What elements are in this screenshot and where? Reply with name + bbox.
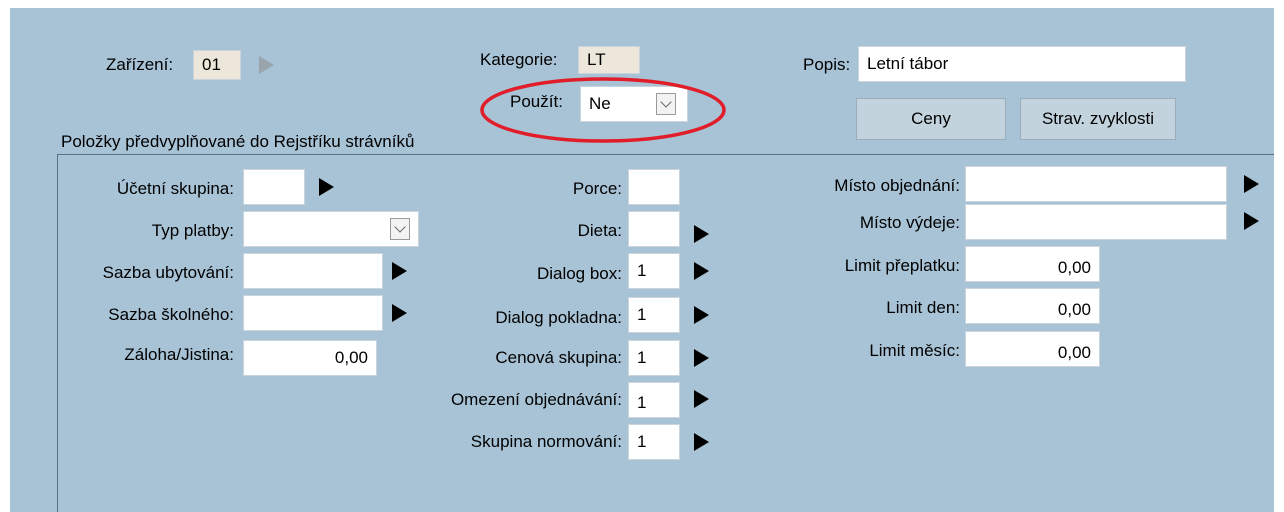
misto-objednani-field[interactable] xyxy=(965,166,1227,202)
chevron-down-icon xyxy=(394,221,406,233)
kategorie-field[interactable]: LT xyxy=(578,46,640,74)
misto-vydeje-arrow-button[interactable] xyxy=(1240,208,1262,234)
dieta-field[interactable] xyxy=(628,211,680,247)
limit-den-field[interactable]: 0,00 xyxy=(965,288,1100,324)
porce-label: Porce: xyxy=(572,179,622,198)
play-arrow-icon xyxy=(1243,212,1259,230)
dieta-arrow-button[interactable] xyxy=(690,221,712,247)
cenova-skupina-arrow-button[interactable] xyxy=(690,345,712,371)
zarizeni-arrow-button[interactable] xyxy=(255,52,277,78)
dialog-box-arrow-button[interactable] xyxy=(690,258,712,284)
sazba-ubytovani-label: Sazba ubytování: xyxy=(102,263,234,282)
play-arrow-icon xyxy=(1243,175,1259,193)
limit-preplatku-label: Limit přeplatku: xyxy=(844,256,960,275)
cenova-skupina-field[interactable]: 1 xyxy=(628,340,680,376)
limit-mesic-label: Limit měsíc: xyxy=(869,341,960,360)
kategorie-label: Kategorie: xyxy=(480,50,558,69)
zarizeni-label: Zařízení: xyxy=(106,55,174,74)
skupina-normovani-field[interactable]: 1 xyxy=(628,424,680,460)
sazba-skolneho-label: Sazba školného: xyxy=(108,305,234,324)
omezeni-objednavani-label: Omezení objednávání: xyxy=(450,390,622,409)
ucetni-skupina-label: Účetní skupina: xyxy=(116,179,234,198)
play-arrow-icon xyxy=(693,225,709,243)
form-panel: Zařízení: 01 Kategorie: LT Použít: Ne Po… xyxy=(10,8,1274,512)
limit-den-label: Limit den: xyxy=(886,298,960,317)
ceny-button[interactable]: Ceny xyxy=(856,98,1006,140)
play-arrow-icon xyxy=(693,306,709,324)
dialog-box-label: Dialog box: xyxy=(536,264,622,283)
omezeni-objednavani-arrow-button[interactable] xyxy=(690,386,712,412)
misto-objednani-label: Místo objednání: xyxy=(834,176,960,195)
red-annotation-ellipse xyxy=(480,77,726,143)
dialog-pokladna-label: Dialog pokladna: xyxy=(495,308,622,327)
cenova-skupina-label: Cenová skupina: xyxy=(495,348,622,367)
play-arrow-icon xyxy=(693,433,709,451)
popis-label: Popis: xyxy=(803,55,851,74)
popis-field[interactable]: Letní tábor xyxy=(858,46,1186,82)
play-arrow-icon xyxy=(693,262,709,280)
limit-mesic-field[interactable]: 0,00 xyxy=(965,331,1100,367)
play-arrow-icon xyxy=(391,304,407,322)
limit-preplatku-field[interactable]: 0,00 xyxy=(965,246,1100,282)
skupina-normovani-arrow-button[interactable] xyxy=(690,429,712,455)
play-arrow-icon xyxy=(693,390,709,408)
play-arrow-icon xyxy=(693,349,709,367)
misto-objednani-arrow-button[interactable] xyxy=(1240,171,1262,197)
skupina-normovani-label: Skupina normování: xyxy=(470,432,622,451)
ucetni-skupina-arrow-button[interactable] xyxy=(315,174,337,200)
strav-zvyklosti-button[interactable]: Strav. zvyklosti xyxy=(1020,98,1176,140)
zaloha-jistina-label: Záloha/Jistina: xyxy=(124,345,234,364)
play-arrow-icon xyxy=(391,262,407,280)
zarizeni-field[interactable]: 01 xyxy=(193,50,241,80)
sazba-skolneho-field[interactable] xyxy=(243,295,383,331)
dieta-label: Dieta: xyxy=(577,221,622,240)
porce-field[interactable] xyxy=(628,169,680,205)
sazba-ubytovani-arrow-button[interactable] xyxy=(388,258,410,284)
dialog-box-field[interactable]: 1 xyxy=(628,253,680,289)
typ-platby-label: Typ platby: xyxy=(151,221,234,240)
misto-vydeje-field[interactable] xyxy=(965,204,1227,240)
omezeni-objednavani-field[interactable]: 1 xyxy=(628,382,680,418)
play-arrow-icon xyxy=(318,178,334,196)
dialog-pokladna-arrow-button[interactable] xyxy=(690,302,712,328)
sazba-ubytovani-field[interactable] xyxy=(243,253,383,289)
play-arrow-icon xyxy=(258,56,274,74)
group-title: Položky předvyplňované do Rejstříku strá… xyxy=(61,132,415,151)
typ-platby-dropdown-button[interactable] xyxy=(390,218,410,240)
sazba-skolneho-arrow-button[interactable] xyxy=(388,300,410,326)
ucetni-skupina-field[interactable] xyxy=(243,169,305,205)
dialog-pokladna-field[interactable]: 1 xyxy=(628,297,680,333)
zaloha-jistina-field[interactable]: 0,00 xyxy=(243,340,377,376)
misto-vydeje-label: Místo výdeje: xyxy=(859,213,960,232)
